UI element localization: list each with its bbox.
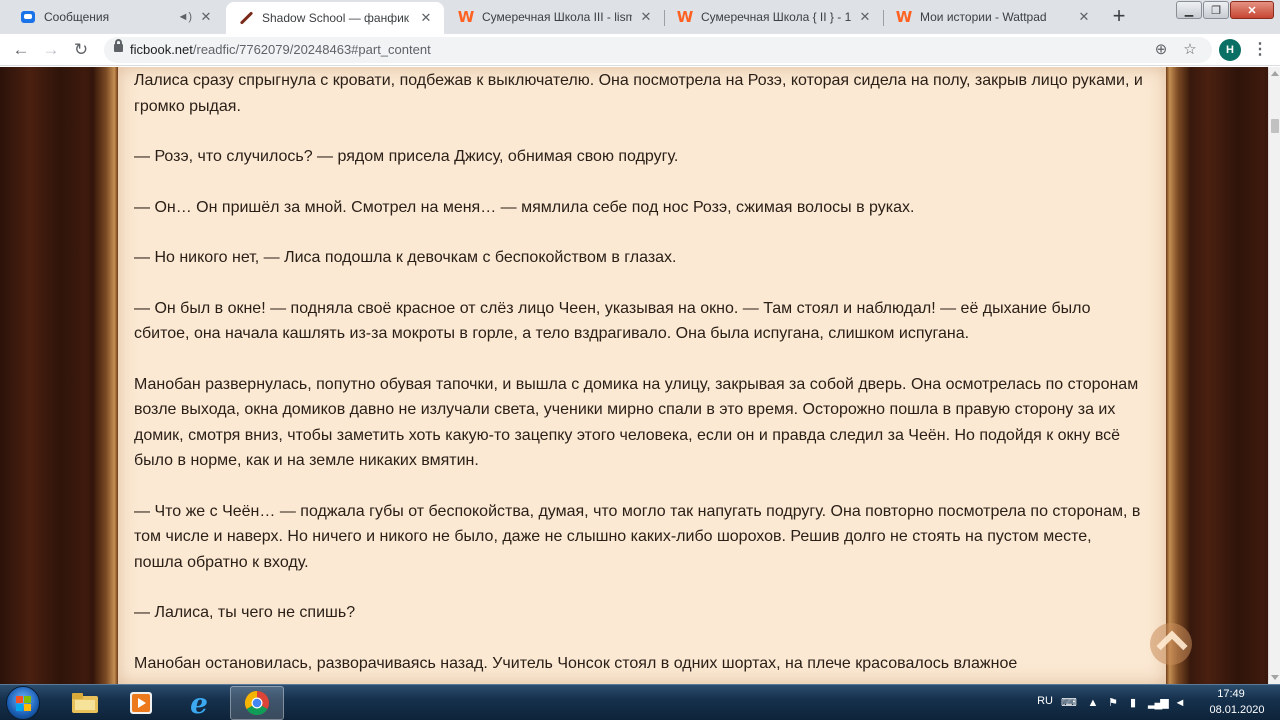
media-player-icon[interactable] — [114, 686, 168, 720]
story-paragraph: — Что же с Чеён… — поджала губы от беспо… — [134, 502, 1141, 571]
wattpad-icon: W — [895, 8, 913, 26]
close-tab-icon[interactable]: ✕ — [857, 9, 873, 25]
story-paragraph: Манобан развернулась, попутно обувая тап… — [134, 375, 1139, 470]
action-center-flag-icon[interactable]: ⚑ — [1106, 696, 1120, 710]
forward-arrow-icon[interactable]: → — [40, 39, 62, 61]
tab-my-stories[interactable]: W Мои истории - Wattpad ✕ — [884, 0, 1102, 34]
back-arrow-icon[interactable]: ← — [10, 39, 32, 61]
tab-messages[interactable]: Сообщения ◄) ✕ — [8, 0, 224, 34]
page-scrollbar[interactable] — [1268, 67, 1280, 684]
story-paragraph: — Но никого нет, — Лиса подошла к девочк… — [134, 249, 677, 266]
new-tab-button[interactable]: + — [1106, 4, 1132, 30]
close-tab-icon[interactable]: ✕ — [1076, 9, 1092, 25]
language-indicator[interactable]: RU — [1037, 695, 1053, 707]
chrome-icon[interactable] — [230, 686, 284, 720]
file-explorer-icon[interactable] — [58, 686, 112, 720]
story-paper: Лалиса сразу спрыгнула с кровати, подбеж… — [118, 67, 1166, 684]
menu-dots-icon[interactable]: ⋮ — [1250, 39, 1270, 61]
profile-avatar[interactable]: H — [1219, 39, 1241, 61]
story-paragraph: — Розэ, что случилось? — рядом присела Д… — [134, 148, 679, 165]
tab-wattpad-2[interactable]: W Сумеречная Школа { II } - 1 - W ✕ — [665, 0, 883, 34]
story-text: Лалиса сразу спрыгнула с кровати, подбеж… — [134, 68, 1144, 684]
browser-toolbar: ← → ↻ ficbook.net/readfic/7762079/202484… — [0, 34, 1280, 66]
minimize-button[interactable]: ▁ — [1176, 1, 1202, 19]
keyboard-icon[interactable]: ⌨ — [1061, 696, 1077, 710]
windows-taskbar: e RU ⌨ ▲ ⚑ ▮ ▂▄▆ ◄ 17:49 08.01.2020 — [0, 684, 1280, 720]
address-bar[interactable]: ficbook.net/readfic/7762079/20248463#par… — [104, 37, 1212, 63]
tab-strip: Сообщения ◄) ✕ Shadow School — фанфик по… — [0, 0, 1280, 34]
volume-icon[interactable]: ◄ — [1173, 696, 1187, 710]
scroll-up-arrow-icon[interactable] — [1271, 71, 1279, 76]
scroll-down-arrow-icon[interactable] — [1271, 675, 1279, 680]
wooden-frame-right — [1166, 67, 1190, 684]
close-window-button[interactable]: ✕ — [1230, 1, 1274, 19]
maximize-button[interactable]: ❐ — [1203, 1, 1229, 19]
speaker-icon[interactable]: ◄) — [177, 11, 192, 23]
story-paragraph: Манобан остановилась, разворачиваясь наз… — [134, 654, 1018, 672]
add-circle-icon[interactable]: ⊕ — [1151, 40, 1171, 60]
tab-shadow-school[interactable]: Shadow School — фанфик по фэ ✕ — [226, 2, 444, 34]
url-path: /readfic/7762079/20248463#part_content — [192, 42, 431, 57]
bookmark-star-icon[interactable]: ☆ — [1180, 40, 1200, 60]
scroll-to-top-button[interactable] — [1150, 623, 1192, 665]
scrollbar-thumb[interactable] — [1271, 119, 1279, 133]
signal-icon[interactable]: ▂▄▆ — [1148, 696, 1169, 710]
close-tab-icon[interactable]: ✕ — [638, 9, 654, 25]
url-text[interactable]: ficbook.net/readfic/7762079/20248463#par… — [130, 42, 431, 57]
story-paragraph: Лалиса сразу спрыгнула с кровати, подбеж… — [134, 72, 1143, 115]
close-tab-icon[interactable]: ✕ — [418, 10, 434, 26]
clock-date[interactable]: 08.01.2020 — [1206, 704, 1268, 716]
url-host: ficbook.net — [130, 42, 193, 57]
story-paragraph: — Он был в окне! — подняла своё красное … — [134, 299, 1091, 343]
tab-title: Shadow School — фанфик по фэ — [262, 11, 412, 25]
tab-title: Мои истории - Wattpad — [920, 10, 1047, 24]
windows-logo-icon — [16, 696, 32, 712]
show-hidden-icons-icon[interactable]: ▲ — [1086, 696, 1100, 710]
story-paragraph: — Лалиса, ты чего не спишь? — [134, 604, 356, 621]
tab-wattpad-3[interactable]: W Сумеречная Школа III - lisminc ✕ — [446, 0, 664, 34]
page-viewport: Лалиса сразу спрыгнула с кровати, подбеж… — [0, 67, 1268, 684]
clock-time[interactable]: 17:49 — [1208, 688, 1254, 700]
ficbook-quill-icon — [238, 10, 254, 26]
wattpad-icon: W — [457, 8, 475, 26]
messages-icon — [20, 9, 36, 25]
tab-title: Сообщения — [44, 10, 110, 24]
reload-icon[interactable]: ↻ — [70, 39, 92, 61]
tab-title: Сумеречная Школа III - lisminc — [482, 10, 632, 24]
close-tab-icon[interactable]: ✕ — [198, 9, 214, 25]
wattpad-icon: W — [676, 8, 694, 26]
power-icon[interactable]: ▮ — [1126, 696, 1140, 710]
internet-explorer-icon[interactable]: e — [172, 686, 226, 720]
tab-title: Сумеречная Школа { II } - 1 - W — [701, 10, 851, 24]
start-button[interactable] — [6, 686, 40, 720]
story-paragraph: — Он… Он пришёл за мной. Смотрел на меня… — [134, 198, 915, 216]
window-controls: ▁ ❐ ✕ — [1175, 1, 1274, 19]
lock-icon[interactable] — [114, 39, 123, 52]
wooden-frame-left — [94, 67, 118, 684]
